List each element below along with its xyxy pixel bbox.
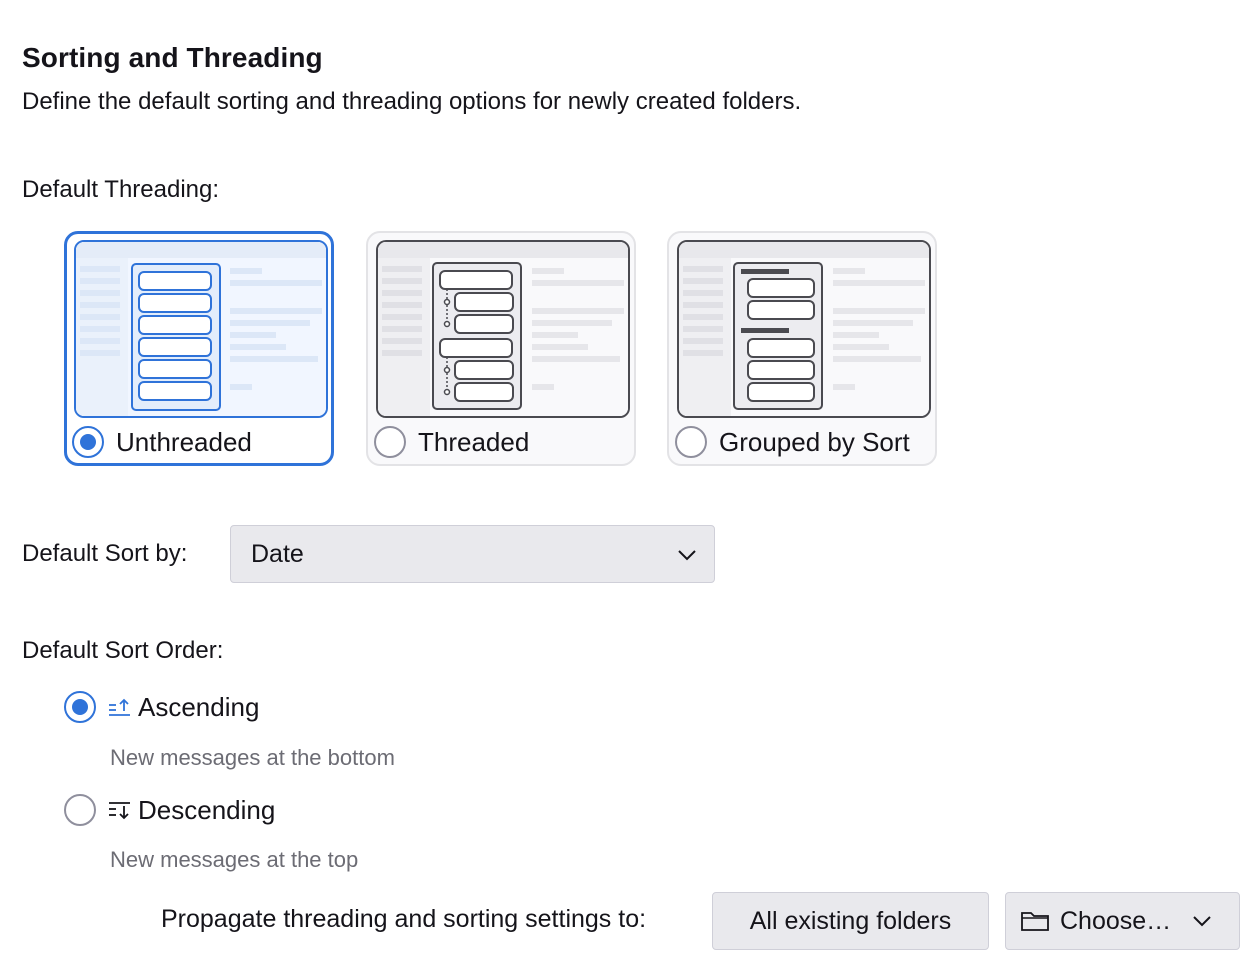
grouped-by-sort-radio[interactable]: [675, 426, 707, 458]
section-description: Define the default sorting and threading…: [22, 88, 802, 115]
descending-hint: New messages at the top: [110, 847, 359, 872]
ascending-label: Ascending: [138, 691, 260, 722]
chevron-down-icon: [1193, 916, 1211, 927]
sort-descending-icon: [108, 798, 132, 822]
choose-folders-button[interactable]: Choose…: [1005, 892, 1240, 950]
default-threading-label: Default Threading:: [22, 176, 220, 203]
threading-option-grouped-by-sort[interactable]: Grouped by Sort: [667, 231, 937, 466]
sort-order-descending[interactable]: Descending: [64, 793, 275, 827]
section-title: Sorting and Threading: [22, 42, 323, 73]
unthreaded-radio[interactable]: [72, 426, 104, 458]
sort-order-ascending[interactable]: Ascending: [64, 690, 259, 724]
propagate-label: Propagate threading and sorting settings…: [161, 905, 647, 933]
ascending-radio[interactable]: [64, 691, 96, 723]
ascending-hint: New messages at the bottom: [110, 745, 395, 770]
threading-option-threaded[interactable]: Threaded: [366, 231, 636, 466]
threading-option-unthreaded[interactable]: Unthreaded: [64, 231, 334, 466]
sort-by-value: Date: [251, 539, 304, 568]
choose-label: Choose…: [1060, 906, 1172, 935]
grouped-by-sort-label: Grouped by Sort: [719, 426, 910, 457]
threaded-label: Threaded: [418, 426, 530, 457]
sort-ascending-icon: [108, 695, 132, 719]
folder-icon: [1021, 912, 1049, 931]
threaded-preview-illustration: [376, 240, 630, 418]
default-sort-order-label: Default Sort Order:: [22, 637, 224, 664]
sort-by-select[interactable]: Date: [230, 525, 715, 583]
grouped-preview-illustration: [677, 240, 931, 418]
unthreaded-preview-illustration: [74, 240, 328, 418]
chevron-down-icon: [678, 550, 696, 561]
all-existing-folders-button[interactable]: All existing folders: [712, 892, 989, 950]
descending-radio[interactable]: [64, 794, 96, 826]
threaded-radio[interactable]: [374, 426, 406, 458]
default-sort-by-label: Default Sort by:: [22, 540, 188, 567]
descending-label: Descending: [138, 794, 276, 825]
unthreaded-label: Unthreaded: [116, 426, 252, 457]
